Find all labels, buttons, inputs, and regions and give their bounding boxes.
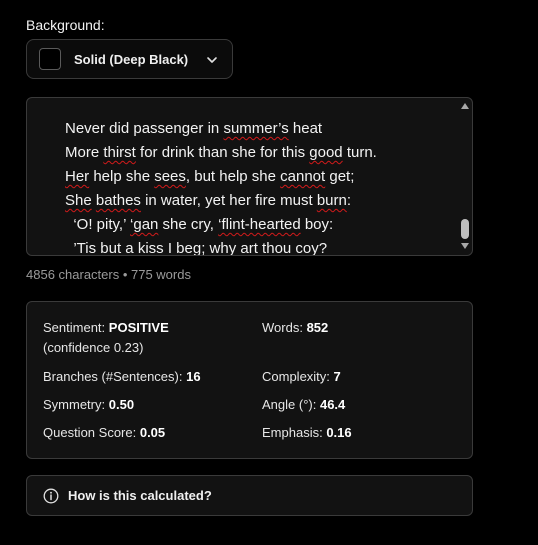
symmetry-label: Symmetry: — [43, 397, 106, 412]
emphasis-stat: Emphasis: 0.16 — [262, 423, 352, 443]
angle-value: 46.4 — [319, 397, 346, 412]
emphasis-value: 0.16 — [326, 425, 352, 440]
question-score-stat: Question Score: 0.05 — [43, 423, 165, 443]
poem-line: ’Tis but a kiss I beg; why art thou coy? — [73, 240, 328, 256]
poem-line: Her help she sees, but help she cannot g… — [65, 168, 355, 185]
sentiment-value: POSITIVE — [108, 320, 169, 335]
scrollbar-thumb[interactable] — [461, 219, 469, 239]
complexity-value: 7 — [333, 369, 341, 384]
how-calculated-button[interactable]: How is this calculated? — [26, 475, 473, 516]
character-word-count: 4856 characters • 775 words — [26, 267, 191, 282]
background-select-value: Solid (Deep Black) — [74, 51, 189, 67]
scroll-up-arrow-icon[interactable] — [461, 103, 469, 109]
sentiment-label: Sentiment: — [43, 320, 106, 335]
question-score-value: 0.05 — [139, 425, 166, 440]
words-stat: Words: 852 — [262, 318, 328, 338]
sentiment-stat: Sentiment: POSITIVE (confidence 0.23) — [43, 318, 169, 358]
poem-line: She bathes in water, yet her fire must b… — [65, 192, 352, 209]
symmetry-stat: Symmetry: 0.50 — [43, 395, 134, 415]
sentiment-confidence: (confidence 0.23) — [43, 340, 144, 355]
poem-text-area[interactable]: Never did passenger in summer’s heat More… — [26, 97, 473, 256]
how-calculated-label: How is this calculated? — [68, 488, 212, 503]
emphasis-label: Emphasis: — [262, 425, 323, 440]
poem-text: Never did passenger in summer’s heat More… — [65, 117, 377, 256]
color-swatch — [39, 48, 61, 70]
words-label: Words: — [262, 320, 303, 335]
stats-panel: Sentiment: POSITIVE (confidence 0.23) Wo… — [26, 301, 473, 459]
poem-line: Never did passenger in summer’s heat — [65, 120, 323, 137]
angle-label: Angle (°): — [262, 397, 317, 412]
info-icon — [43, 488, 59, 503]
scroll-down-arrow-icon[interactable] — [461, 243, 469, 249]
branches-stat: Branches (#Sentences): 16 — [43, 367, 201, 387]
background-label: Background: — [26, 17, 105, 33]
angle-stat: Angle (°): 46.4 — [262, 395, 345, 415]
words-value: 852 — [306, 320, 329, 335]
background-select[interactable]: Solid (Deep Black) — [26, 39, 233, 79]
poem-line: More thirst for drink than she for this … — [65, 144, 377, 161]
symmetry-value: 0.50 — [108, 397, 135, 412]
question-score-label: Question Score: — [43, 425, 137, 440]
branches-label: Branches (#Sentences): — [43, 369, 183, 384]
chevron-down-icon — [207, 57, 217, 63]
poem-line: ‘O! pity,’ ‘gan she cry, ‘flint-hearted … — [65, 216, 334, 233]
complexity-stat: Complexity: 7 — [262, 367, 341, 387]
complexity-label: Complexity: — [262, 369, 330, 384]
branches-value: 16 — [186, 369, 201, 384]
